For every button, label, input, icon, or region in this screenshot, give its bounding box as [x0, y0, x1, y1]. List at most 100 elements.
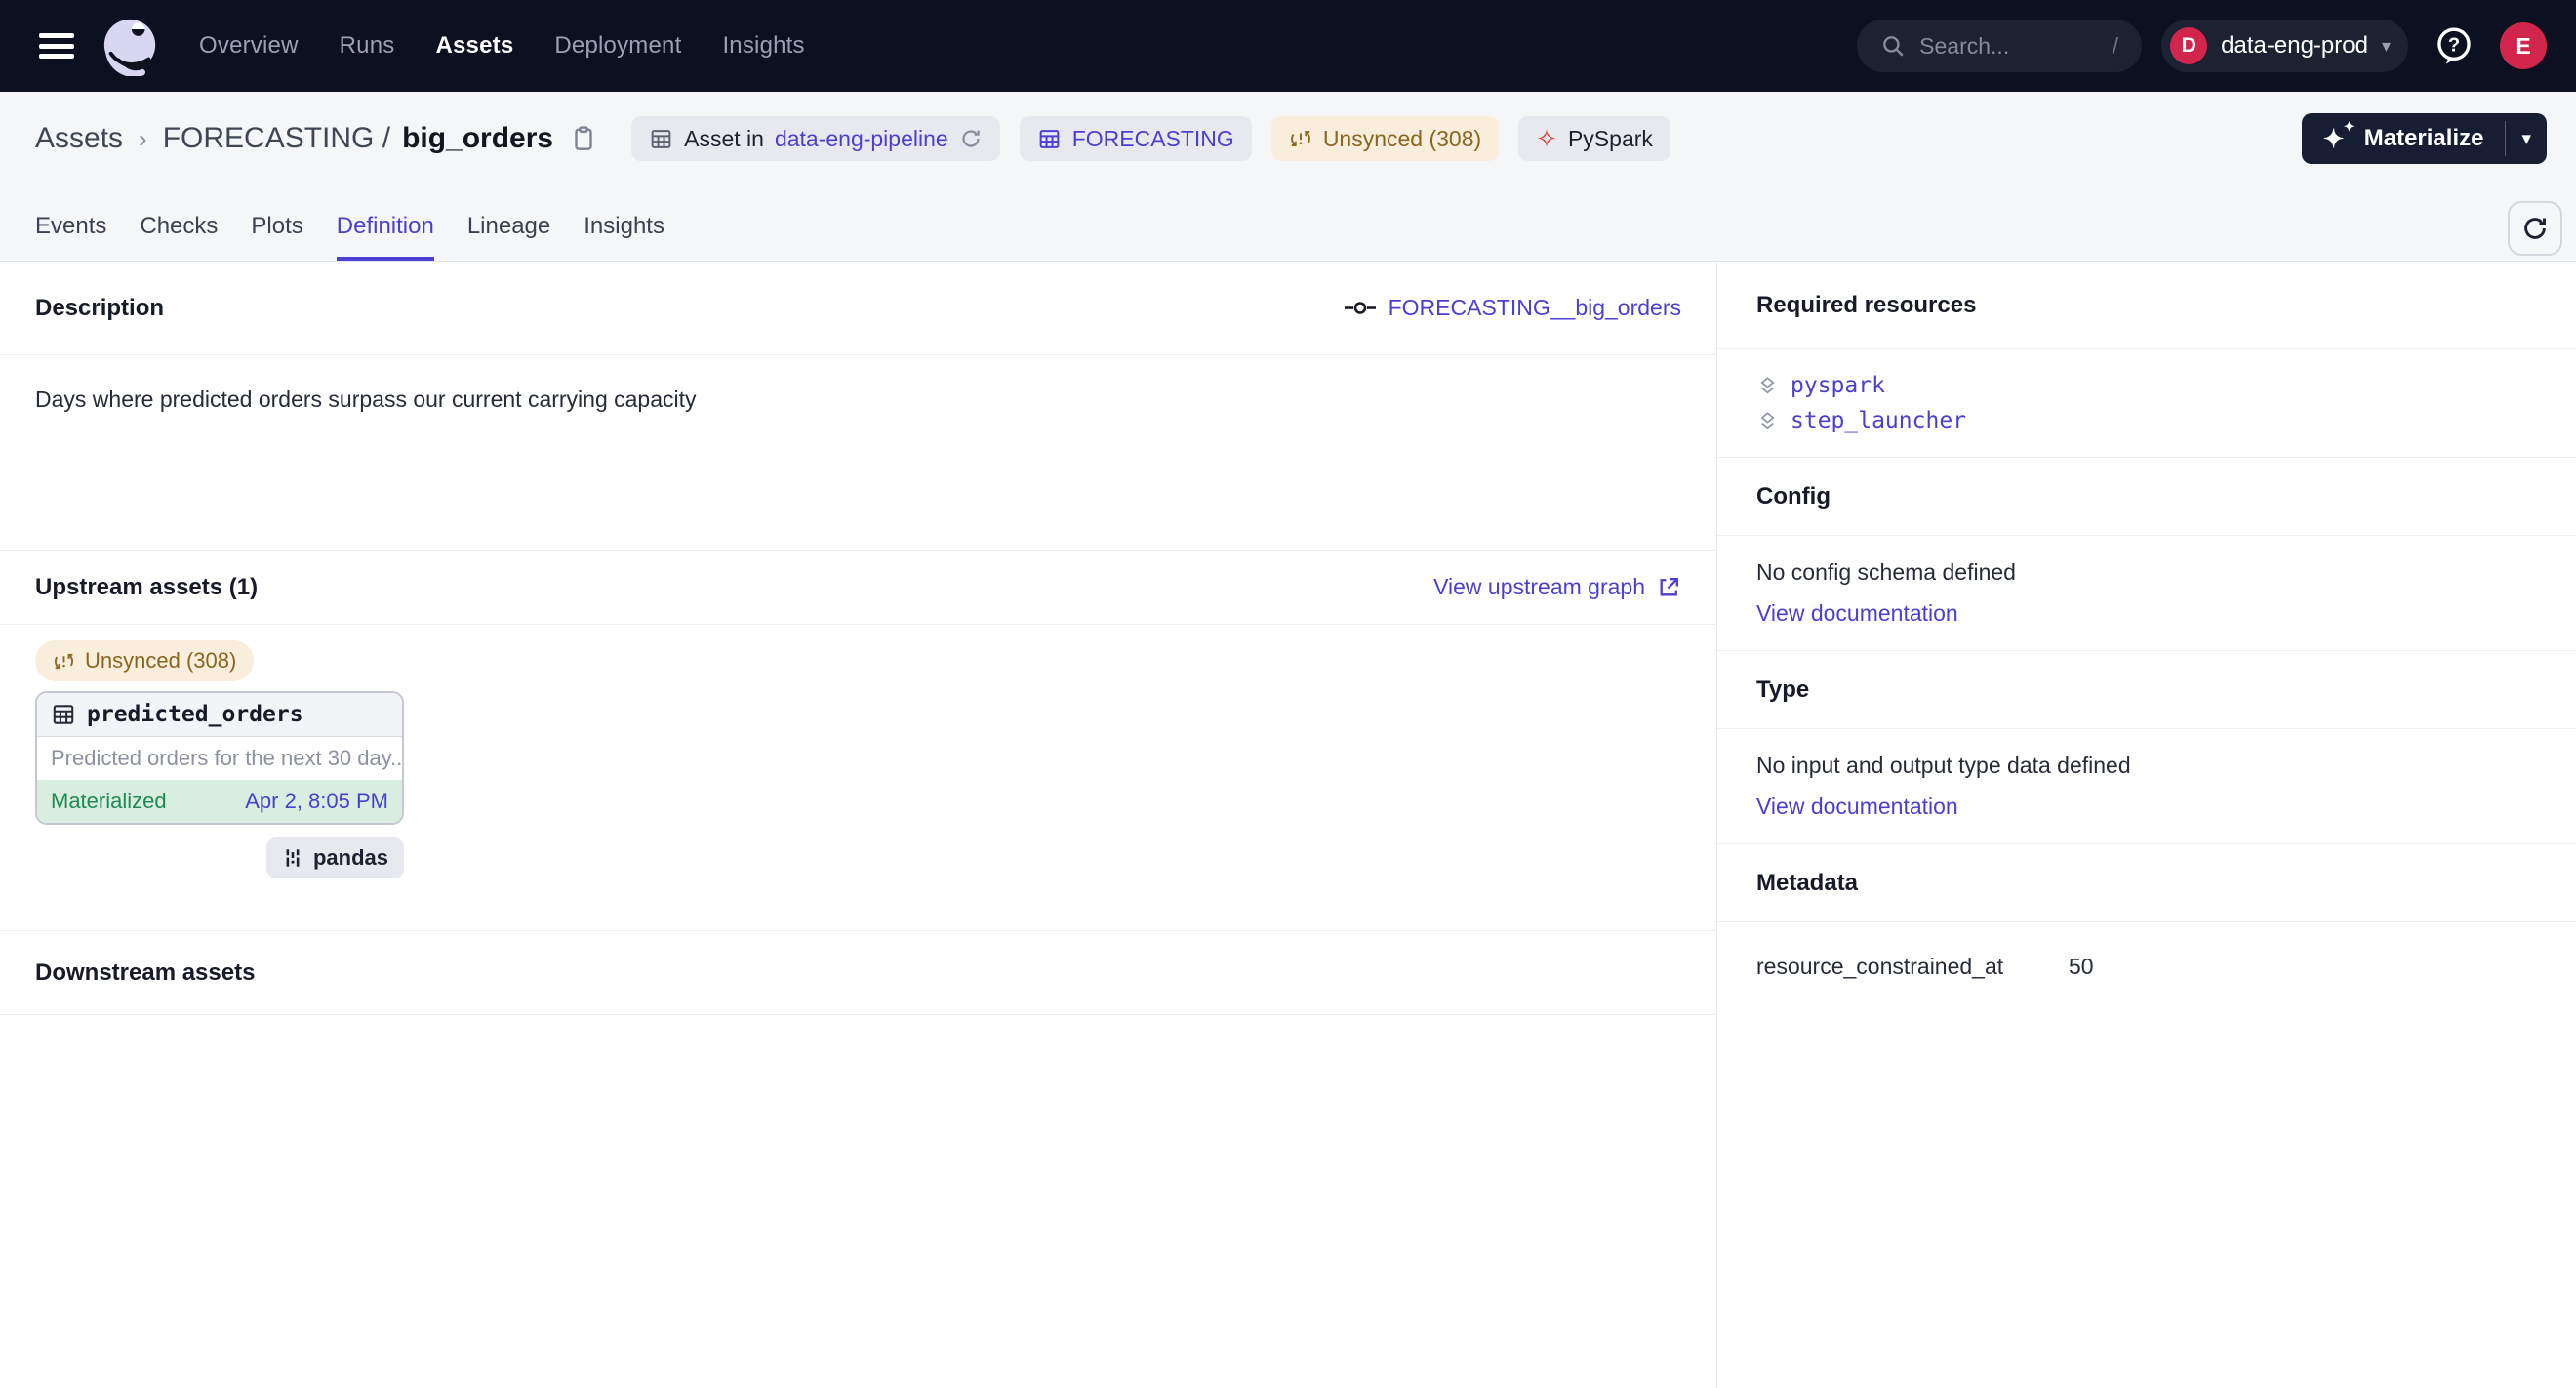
breadcrumb: Assets › FORECASTING / big_orders Asset … [0, 92, 2576, 185]
primary-nav: Overview Runs Assets Deployment Insights [199, 32, 805, 60]
help-icon: ? [2434, 25, 2475, 66]
group-icon [1037, 127, 1062, 151]
search-box[interactable]: / [1857, 20, 2142, 72]
sync-status-tag[interactable]: Unsynced (308) [1271, 116, 1499, 161]
op-icon [1344, 301, 1377, 315]
config-empty-text: No config schema defined [1756, 559, 2016, 585]
asset-group-tag: FORECASTING [1020, 116, 1252, 161]
metadata-key: resource_constrained_at [1756, 954, 2069, 980]
tab-insights[interactable]: Insights [584, 213, 664, 261]
refresh-icon [2520, 214, 2550, 243]
resource-link-pyspark[interactable]: pyspark [1791, 373, 1885, 398]
upstream-sync-badge[interactable]: Unsynced (308) [35, 640, 254, 681]
chevron-down-icon: ▾ [2382, 36, 2391, 57]
view-upstream-graph-link[interactable]: View upstream graph [1433, 574, 1681, 600]
upstream-asset-card[interactable]: predicted_orders Predicted orders for th… [35, 691, 404, 825]
user-avatar[interactable]: E [2500, 22, 2547, 69]
asset-job-tag: Asset in data-eng-pipeline [631, 116, 1000, 161]
main-column: Description FORECASTING__big_orders Days… [0, 262, 1717, 1388]
nav-item-runs[interactable]: Runs [340, 32, 395, 60]
metadata-body: resource_constrained_at 50 [1717, 922, 2576, 1003]
required-resources-body: pyspark step_launcher [1717, 349, 2576, 458]
type-header: Type [1717, 651, 2576, 729]
tab-definition[interactable]: Definition [337, 213, 434, 261]
description-section-header: Description FORECASTING__big_orders [0, 262, 1716, 355]
upstream-sync-label: Unsynced (308) [85, 648, 236, 674]
nav-item-insights[interactable]: Insights [722, 32, 804, 60]
metadata-row: resource_constrained_at 50 [1756, 954, 2537, 980]
resource-item: pyspark [1756, 373, 2537, 398]
breadcrumb-group: FORECASTING / [163, 122, 390, 155]
resource-link-step-launcher[interactable]: step_launcher [1791, 408, 1966, 433]
resource-icon [1756, 410, 1779, 432]
search-shortcut-hint: / [2113, 33, 2118, 60]
table-icon [649, 127, 673, 151]
config-doc-link[interactable]: View documentation [1756, 600, 2537, 627]
nav-item-assets[interactable]: Assets [435, 32, 513, 60]
group-link[interactable]: FORECASTING [1072, 126, 1234, 152]
refresh-icon[interactable] [959, 127, 983, 150]
metadata-header: Metadata [1717, 844, 2576, 922]
hamburger-menu-icon[interactable] [39, 33, 74, 59]
svg-text:?: ? [2448, 34, 2460, 56]
tab-events[interactable]: Events [35, 213, 106, 261]
asset-card-name: predicted_orders [87, 702, 303, 727]
tab-checks[interactable]: Checks [140, 213, 218, 261]
compute-kind-tag: ✧ PySpark [1518, 116, 1670, 161]
refresh-page-button[interactable] [2508, 201, 2562, 256]
materialized-status: Materialized [51, 789, 167, 814]
type-empty-text: No input and output type data defined [1756, 753, 2131, 778]
deployment-name: data-eng-prod [2221, 32, 2368, 60]
pipeline-link[interactable]: data-eng-pipeline [775, 126, 948, 152]
tab-lineage[interactable]: Lineage [467, 213, 550, 261]
search-icon [1880, 33, 1906, 59]
materialize-split-button: ✦✦ Materialize ▾ [2302, 113, 2547, 164]
compute-kind-label: PySpark [1568, 126, 1653, 152]
breadcrumb-assets-link[interactable]: Assets [35, 122, 123, 155]
upstream-section-header: Upstream assets (1) View upstream graph [0, 551, 1716, 625]
asset-job-prefix: Asset in [684, 126, 764, 152]
pandas-kind-tag[interactable]: pandas [266, 837, 404, 878]
metadata-value: 50 [2069, 954, 2094, 980]
page-title: big_orders [402, 122, 553, 155]
materialize-label: Materialize [2364, 125, 2484, 152]
job-definition-link[interactable]: FORECASTING__big_orders [1344, 295, 1681, 321]
deployment-switcher[interactable]: D data-eng-prod ▾ [2161, 20, 2408, 72]
downstream-section-header: Downstream assets [0, 931, 1716, 1015]
pandas-icon [282, 846, 303, 870]
pandas-kind-label: pandas [313, 845, 388, 871]
unsynced-icon [1289, 127, 1312, 150]
tab-plots[interactable]: Plots [251, 213, 302, 261]
definition-content: Description FORECASTING__big_orders Days… [0, 262, 2576, 1388]
copy-asset-name-button[interactable] [569, 124, 598, 153]
asset-header: Assets › FORECASTING / big_orders Asset … [0, 92, 2576, 262]
asset-card-footer: Materialized Apr 2, 8:05 PM [37, 780, 402, 823]
materialize-dropdown-button[interactable]: ▾ [2506, 113, 2547, 164]
breadcrumb-separator: › [139, 124, 147, 154]
upstream-section-body: Unsynced (308) predicted_orders Predicte… [0, 625, 1716, 931]
sparkle-icon: ✦✦ [2323, 124, 2353, 153]
help-button[interactable]: ? [2434, 25, 2475, 66]
resource-item: step_launcher [1756, 408, 2537, 433]
sync-status-label: Unsynced (308) [1323, 126, 1481, 152]
dagster-logo-icon[interactable] [100, 16, 160, 76]
definition-sidebar: Required resources pyspark step_launcher… [1717, 262, 2576, 1388]
config-header: Config [1717, 458, 2576, 536]
upstream-title: Upstream assets (1) [35, 574, 258, 601]
top-nav: Overview Runs Assets Deployment Insights… [0, 0, 2576, 92]
resource-icon [1756, 375, 1779, 397]
downstream-title: Downstream assets [35, 959, 255, 987]
config-body: No config schema defined View documentat… [1717, 536, 2576, 651]
asset-tags: Asset in data-eng-pipeline FORECASTING [631, 116, 1670, 161]
description-title: Description [35, 295, 164, 322]
materialize-button[interactable]: ✦✦ Materialize [2302, 113, 2506, 164]
clipboard-icon [569, 124, 598, 153]
materialization-timestamp-link[interactable]: Apr 2, 8:05 PM [245, 789, 388, 814]
type-doc-link[interactable]: View documentation [1756, 794, 2537, 820]
nav-item-deployment[interactable]: Deployment [554, 32, 681, 60]
search-input[interactable] [1919, 33, 2099, 60]
deployment-badge: D [2170, 27, 2207, 64]
nav-item-overview[interactable]: Overview [199, 32, 299, 60]
asset-tabs: Events Checks Plots Definition Lineage I… [0, 185, 2576, 261]
asset-card-header: predicted_orders [37, 693, 402, 737]
